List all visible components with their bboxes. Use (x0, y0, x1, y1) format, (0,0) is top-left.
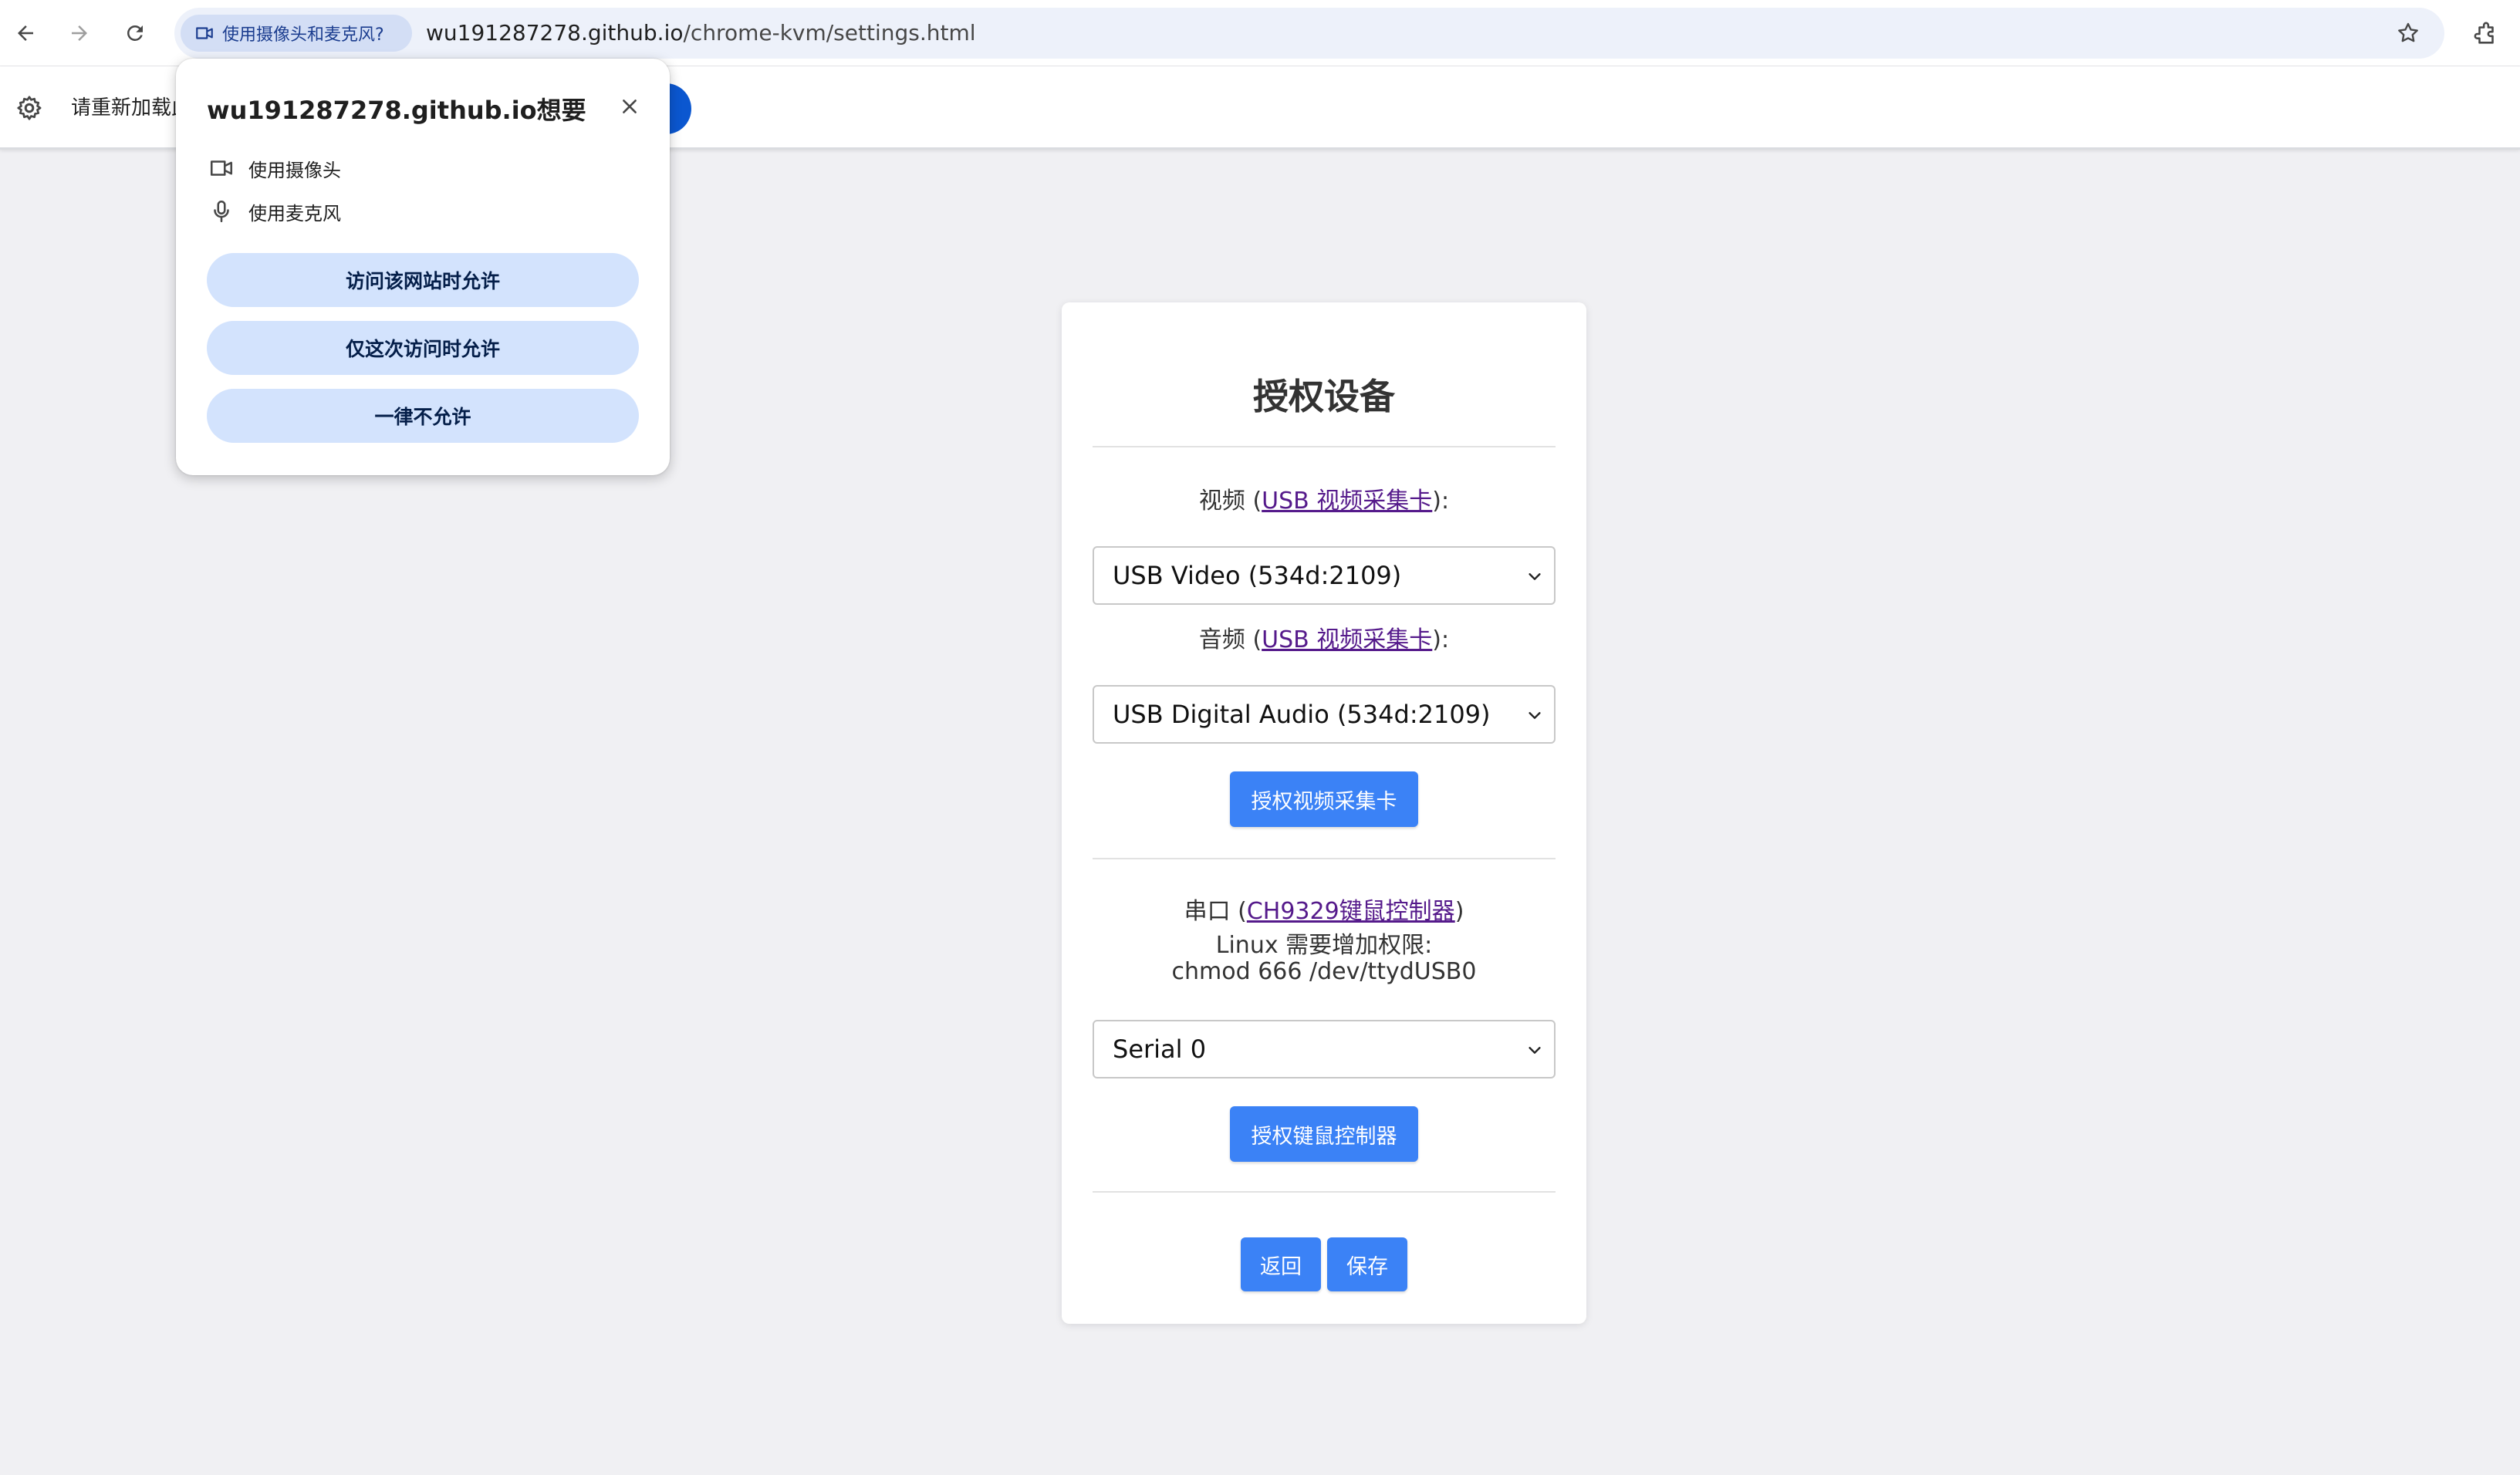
video-select-value: USB Video (534d:2109) (1113, 561, 1402, 590)
authorize-capture-button[interactable]: 授权视频采集卡 (1230, 771, 1418, 827)
permission-label: 使用摄像头 (248, 159, 341, 181)
forward-button[interactable] (60, 14, 99, 52)
permission-dialog: wu191287278.github.io想要 使用摄像头 使用麦克风 访问该网… (176, 59, 670, 475)
permission-chip-label: 使用摄像头和麦克风? (222, 25, 384, 45)
extensions-icon (2474, 22, 2494, 44)
camera-icon (196, 27, 213, 39)
divider (1093, 858, 1556, 859)
star-icon (2398, 22, 2418, 42)
close-icon (623, 100, 637, 113)
serial-label: 串口 (CH9329键鼠控制器) (1184, 898, 1464, 925)
url-text[interactable]: wu191287278.github.io/chrome-kvm/setting… (426, 8, 976, 59)
back-button[interactable]: 返回 (1241, 1237, 1321, 1291)
permission-chip[interactable]: 使用摄像头和麦克风? (181, 15, 412, 52)
divider (1093, 1191, 1556, 1193)
forward-icon (72, 25, 87, 41)
audio-label: 音频 (USB 视频采集卡): (1198, 626, 1450, 653)
infobar-message: 请重新加载此 (71, 96, 192, 120)
chmod-command: chmod 666 /dev/ttydUSB0 (1171, 958, 1477, 985)
authorize-controller-button[interactable]: 授权键鼠控制器 (1230, 1106, 1418, 1162)
mic-icon (214, 200, 229, 223)
permission-microphone: 使用麦克风 (208, 196, 341, 227)
chevron-down-icon (1529, 712, 1541, 719)
permission-camera: 使用摄像头 (208, 153, 341, 184)
never-allow-button[interactable]: 一律不允许 (207, 389, 639, 443)
extensions-button[interactable] (2466, 14, 2506, 54)
serial-select-value: Serial 0 (1113, 1035, 1207, 1064)
authorize-devices-card: 授权设备 视频 (USB 视频采集卡): USB Video (534d:210… (1062, 302, 1586, 1324)
gear-icon (17, 96, 42, 120)
close-button[interactable] (613, 89, 647, 123)
linux-permission-note: Linux 需要增加权限: (1215, 932, 1433, 959)
page-title: 授权设备 (1253, 376, 1395, 417)
video-select[interactable]: USB Video (534d:2109) (1093, 546, 1556, 605)
address-bar[interactable]: 使用摄像头和麦克风? wu191287278.github.io/chrome-… (174, 8, 2444, 59)
reload-button[interactable] (116, 14, 154, 52)
video-label: 视频 (USB 视频采集卡): (1198, 488, 1450, 515)
audio-select-value: USB Digital Audio (534d:2109) (1113, 700, 1491, 729)
save-button[interactable]: 保存 (1327, 1237, 1407, 1291)
serial-select[interactable]: Serial 0 (1093, 1020, 1556, 1078)
audio-select[interactable]: USB Digital Audio (534d:2109) (1093, 685, 1556, 744)
browser-toolbar: 使用摄像头和麦克风? wu191287278.github.io/chrome-… (0, 0, 2520, 66)
camera-icon (210, 160, 233, 176)
bookmark-button[interactable] (2389, 14, 2427, 52)
ch9329-link[interactable]: CH9329键鼠控制器 (1247, 898, 1455, 925)
allow-on-every-visit-button[interactable]: 访问该网站时允许 (207, 253, 639, 307)
back-button[interactable] (6, 14, 45, 52)
divider (1093, 446, 1556, 447)
dialog-title: wu191287278.github.io想要 (207, 96, 586, 125)
video-capture-link[interactable]: USB 视频采集卡 (1262, 488, 1432, 515)
allow-this-time-button[interactable]: 仅这次访问时允许 (207, 321, 639, 375)
permission-label: 使用麦克风 (248, 202, 341, 224)
chevron-down-icon (1529, 573, 1541, 580)
back-icon (18, 25, 33, 41)
audio-capture-link[interactable]: USB 视频采集卡 (1262, 626, 1432, 653)
url-domain: wu191287278.github.io (426, 20, 684, 46)
reload-icon (127, 25, 143, 41)
chevron-down-icon (1529, 1047, 1541, 1054)
url-path: /chrome-kvm/settings.html (683, 20, 976, 46)
